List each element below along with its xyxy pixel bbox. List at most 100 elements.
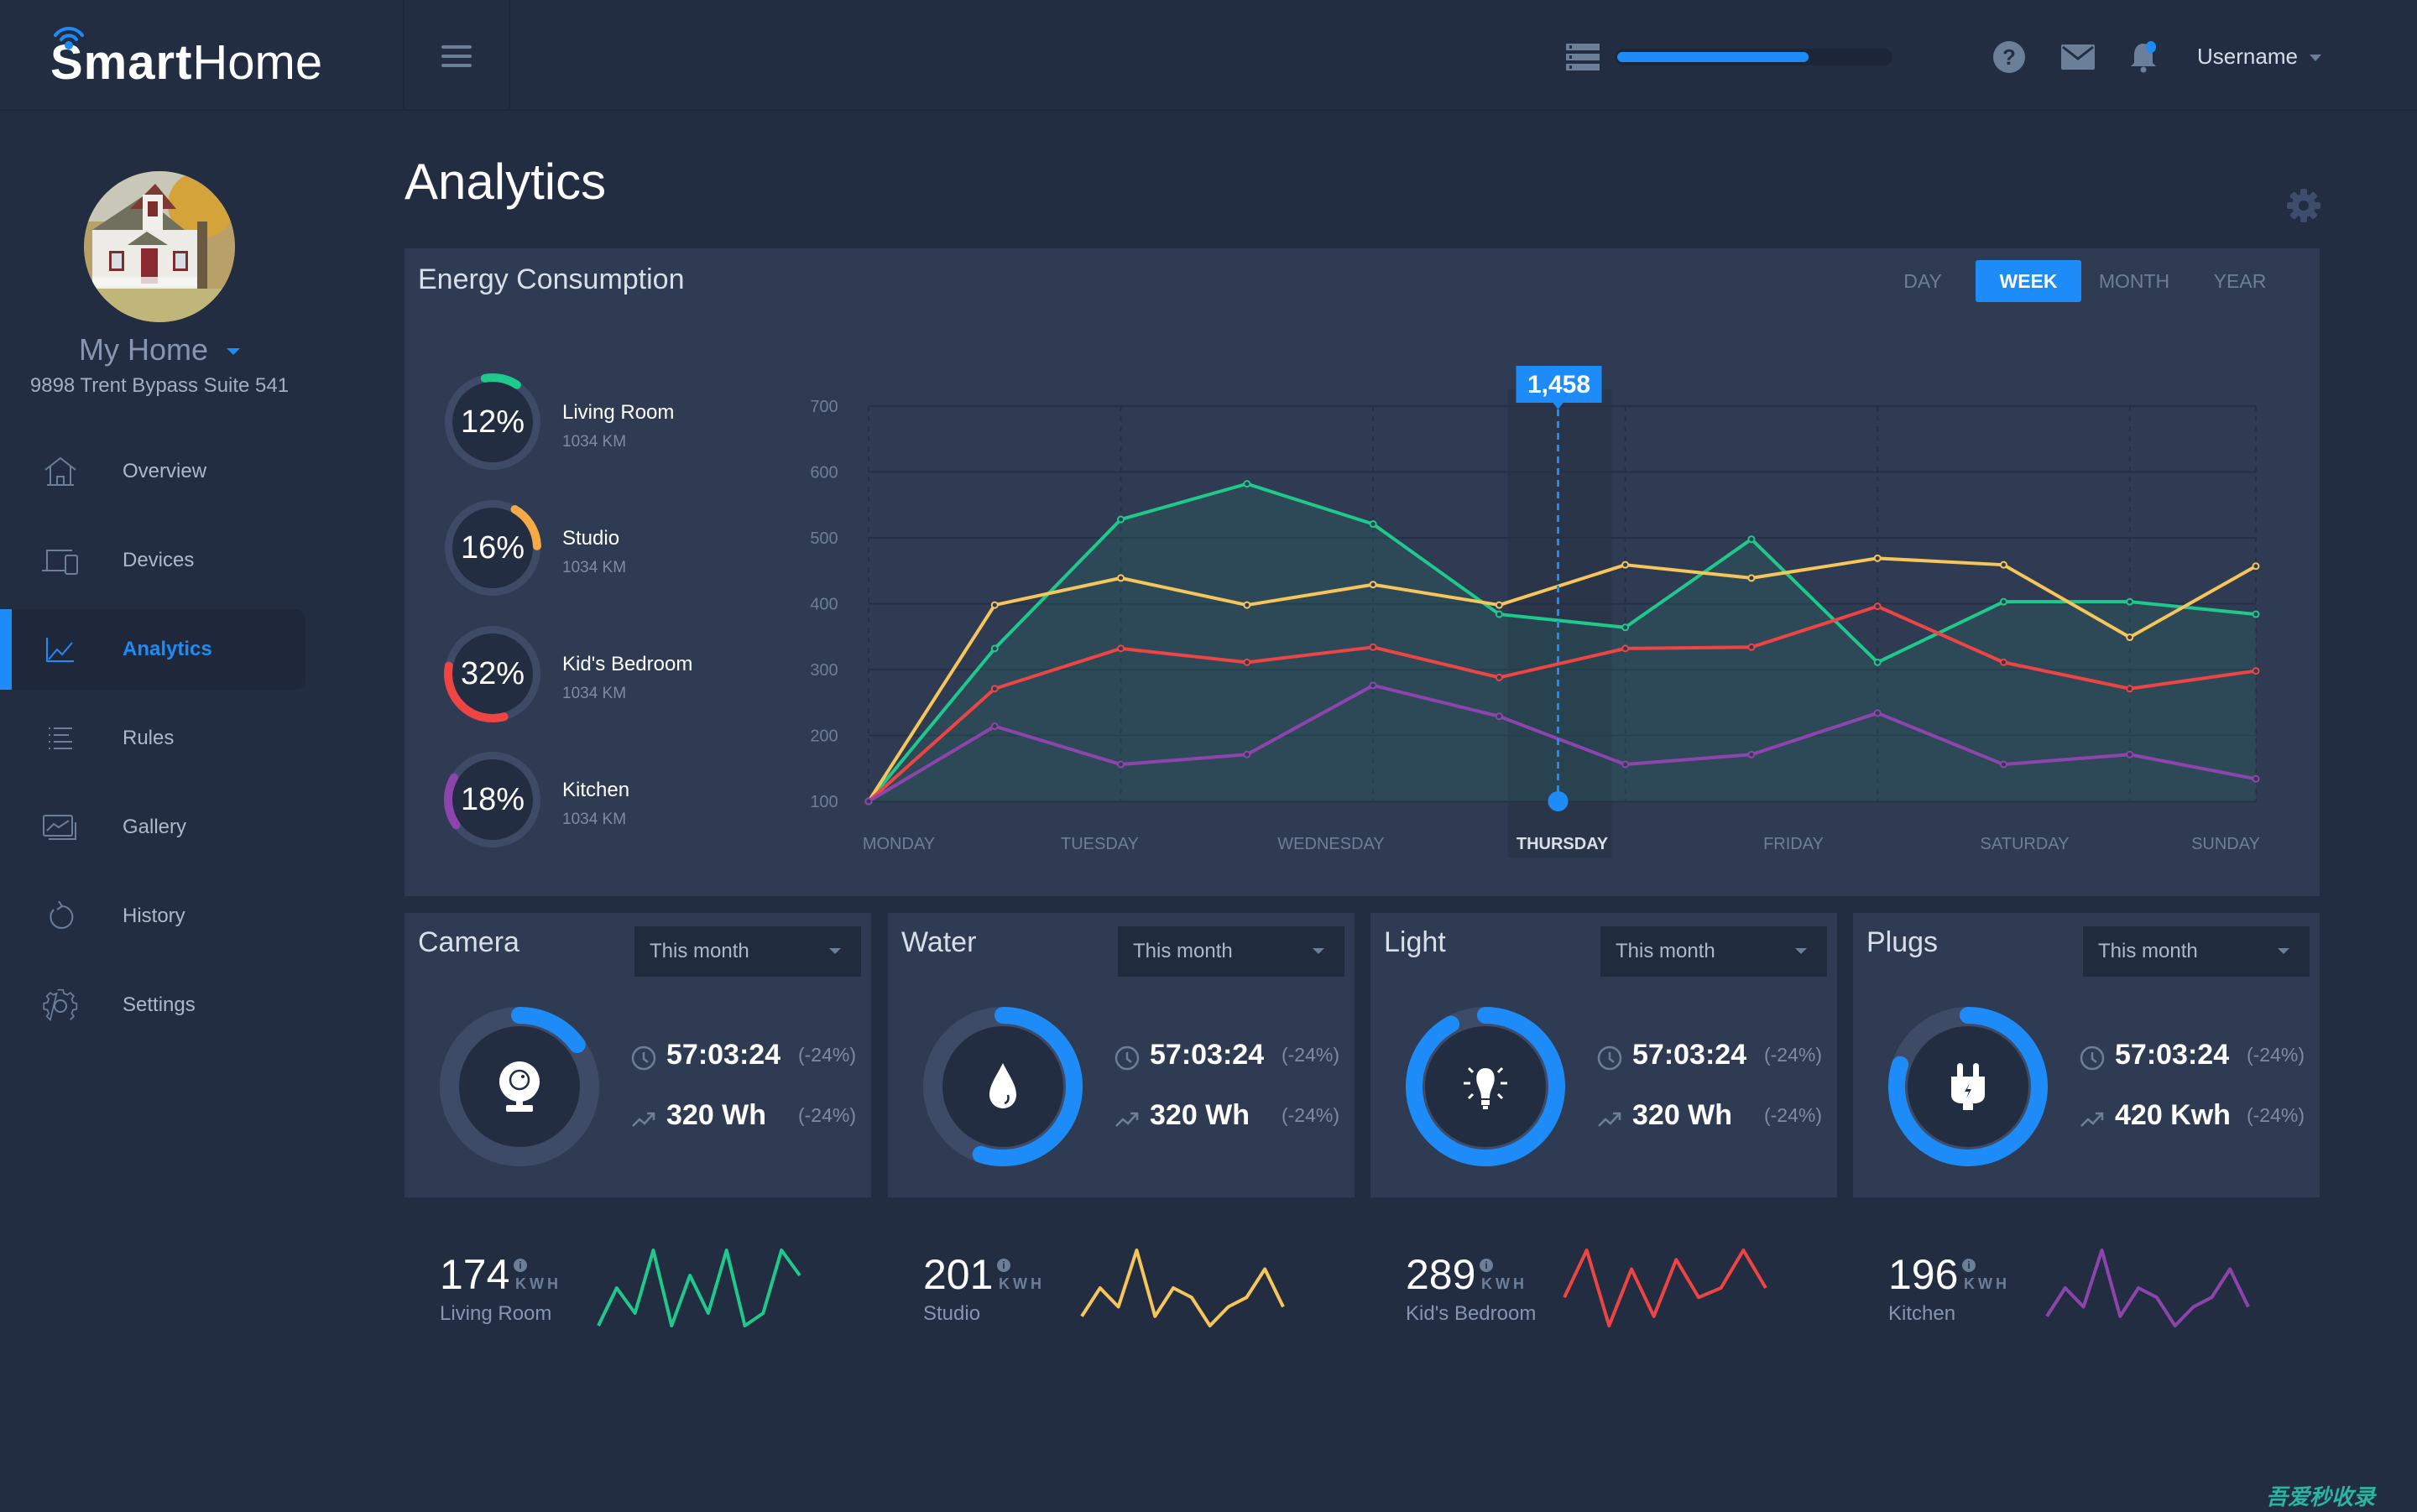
data-point (1243, 658, 1251, 666)
tab-year[interactable]: YEAR (2187, 260, 2293, 302)
data-point (1369, 643, 1377, 651)
data-point (1747, 643, 1756, 651)
info-icon[interactable]: i (514, 1259, 527, 1272)
tab-month[interactable]: MONTH (2081, 260, 2187, 302)
home-selector[interactable]: My Home (0, 332, 319, 368)
sidebar-item-gallery[interactable]: Gallery (0, 787, 403, 868)
sidebar-item-overview[interactable]: Overview (0, 431, 403, 512)
y-tick-label: 600 (810, 464, 838, 482)
data-point (1999, 560, 2007, 569)
tab-week[interactable]: WEEK (1976, 260, 2081, 302)
energy-delta: (-24%) (2246, 1104, 2305, 1126)
room-stat-living-room: 12% Living Room 1034 KM (438, 368, 774, 477)
room-sparkline-kitchen: 196 i KWH Kitchen (1853, 1242, 2306, 1343)
kwh-unit: KWH (999, 1275, 1045, 1292)
x-tick-label: WEDNESDAY (1277, 835, 1384, 853)
period-select[interactable]: This month (1118, 926, 1344, 977)
period-tabs: DAY WEEK MONTH YEAR (1870, 260, 2293, 302)
room-stat-kids-bedroom: 32% Kid's Bedroom 1034 KM (438, 619, 774, 728)
info-icon[interactable]: i (1962, 1259, 1976, 1272)
data-point (2126, 685, 2134, 693)
runtime-delta: (-24%) (1281, 1044, 1339, 1066)
mail-icon[interactable] (2061, 40, 2095, 74)
room-percent: 18% (460, 782, 525, 817)
chevron-down-icon (2278, 948, 2289, 954)
data-point (1117, 574, 1125, 582)
sparkline (1080, 1249, 1285, 1327)
data-point (990, 644, 999, 653)
tab-day[interactable]: DAY (1870, 260, 1976, 302)
nav-label: Gallery (123, 816, 187, 838)
energy-value: 420 Kwh (2115, 1099, 2231, 1131)
room-stat-kitchen: 18% Kitchen 1034 KM (438, 745, 774, 854)
runtime-stat: 57:03:24 (-24%) (1597, 1039, 1832, 1076)
info-icon[interactable]: i (1480, 1259, 1493, 1272)
chevron-down-icon (1313, 948, 1324, 954)
device-card-plugs: Plugs This month 57:03:24 (-24%) 420 Kwh… (1853, 913, 2320, 1197)
kwh-unit: KWH (1964, 1275, 2010, 1292)
data-point (1495, 673, 1503, 681)
data-point (1747, 535, 1756, 544)
nav-label: Settings (123, 993, 196, 1016)
data-point (2126, 633, 2134, 642)
home-name: My Home (78, 332, 209, 367)
select-value: This month (2098, 940, 2198, 962)
username-label: Username (2197, 44, 2298, 69)
sparkline-path (597, 1249, 801, 1327)
logo-text-light: Home (192, 35, 323, 90)
settings-icon (43, 988, 78, 1022)
room-name: Kid's Bedroom (562, 653, 693, 675)
data-point (1243, 750, 1251, 759)
room-distance: 1034 KM (562, 685, 627, 702)
smarthome-logo[interactable]: Smart Home (50, 23, 322, 91)
nav-label: Overview (123, 460, 207, 482)
info-icon[interactable]: i (997, 1259, 1010, 1272)
user-menu[interactable]: Username (2197, 44, 2321, 70)
data-point (1747, 750, 1756, 759)
y-tick-label: 200 (810, 727, 838, 746)
menu-toggle-icon[interactable] (441, 45, 472, 67)
runtime-value: 57:03:24 (2115, 1039, 2230, 1071)
runtime-delta: (-24%) (797, 1044, 856, 1066)
device-card-camera: Camera This month 57:03:24 (-24%) 320 Wh… (405, 913, 871, 1197)
sidebar-item-rules[interactable]: Rules (0, 698, 403, 779)
data-point (1369, 581, 1377, 589)
energy-stat: 320 Wh (-24%) (1597, 1099, 1832, 1136)
data-point (1747, 574, 1756, 582)
period-select[interactable]: This month (1600, 926, 1827, 977)
data-point (1873, 554, 1882, 562)
home-avatar[interactable] (84, 171, 235, 322)
room-name: Living Room (562, 401, 675, 424)
room-distance: 1034 KM (562, 433, 627, 451)
period-select[interactable]: This month (634, 926, 861, 977)
data-point (1369, 681, 1377, 690)
energy-delta: (-24%) (1281, 1104, 1339, 1126)
sidebar-item-history[interactable]: History (0, 876, 403, 957)
help-icon[interactable]: ? (1992, 40, 2026, 74)
data-point (1495, 712, 1503, 721)
page-settings-gear-icon[interactable] (2286, 188, 2321, 223)
data-point (2252, 562, 2260, 571)
devices-icon (42, 550, 78, 575)
sidebar-item-devices[interactable]: Devices (0, 520, 403, 601)
header-divider (403, 0, 405, 111)
runtime-value: 57:03:24 (1150, 1039, 1265, 1071)
data-point (1621, 560, 1630, 569)
sidebar-item-settings[interactable]: Settings (0, 965, 403, 1045)
energy-stat: 320 Wh (-24%) (631, 1099, 866, 1136)
sparkline (1563, 1249, 1767, 1327)
clock-icon (631, 1045, 656, 1071)
room-percent: 32% (460, 656, 525, 691)
period-select[interactable]: This month (2083, 926, 2310, 977)
data-point (1999, 760, 2007, 769)
data-point (1117, 644, 1125, 653)
x-tick-label: THURSDAY (1516, 835, 1609, 853)
header-divider (509, 0, 510, 111)
sidebar-item-analytics[interactable]: Analytics (0, 609, 305, 690)
kwh-value: 174 (440, 1251, 510, 1298)
x-tick-label: SATURDAY (1981, 835, 2070, 853)
notification-bell-icon[interactable] (2127, 40, 2160, 74)
room-stat-studio: 16% Studio 1034 KM (438, 493, 774, 602)
energy-delta: (-24%) (1763, 1104, 1822, 1126)
x-tick-label: TUESDAY (1061, 835, 1139, 853)
